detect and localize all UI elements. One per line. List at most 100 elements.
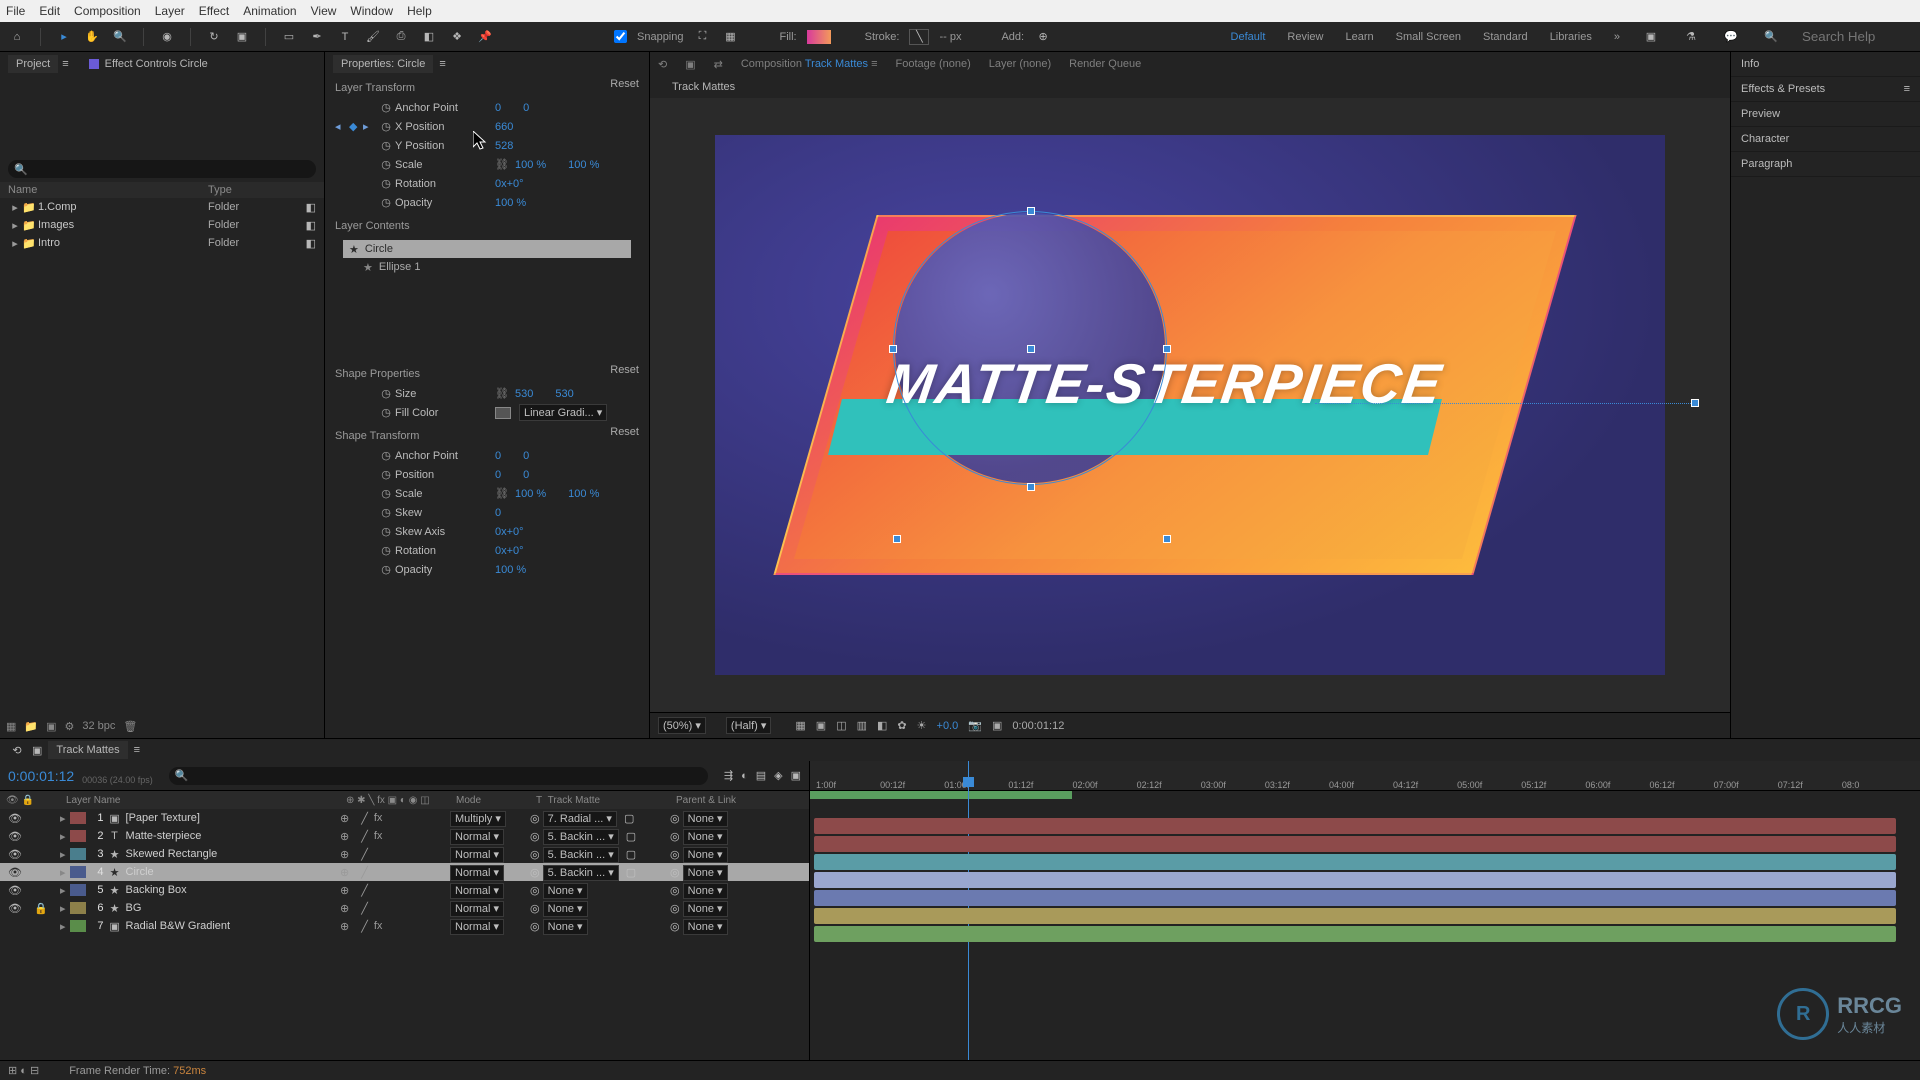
project-col-type[interactable]: Type (208, 184, 232, 196)
quality-switch-icon[interactable]: ╱ (361, 884, 368, 897)
tips-icon[interactable]: ⚗ (1682, 28, 1700, 46)
fill-type-dropdown[interactable]: Linear Gradi... ▾ (519, 404, 607, 421)
label-color-icon[interactable] (70, 884, 86, 896)
preview-panel[interactable]: Preview (1731, 102, 1920, 127)
twirl-icon[interactable]: ▸ (8, 219, 22, 232)
twirl-icon[interactable]: ▸ (60, 902, 66, 915)
track-matte-dropdown[interactable]: 5. Backin ... ▾ (543, 829, 619, 845)
stopwatch-icon[interactable]: ◷ (377, 177, 395, 190)
property-value-2[interactable]: 530 (555, 388, 573, 400)
prev-key-icon[interactable]: ◂ (335, 120, 349, 133)
exposure-value[interactable]: +0.0 (937, 720, 959, 732)
layer-bar[interactable] (814, 890, 1896, 906)
property-value-2[interactable]: 0 (523, 450, 529, 462)
timeline-layer-row[interactable]: 👁 ▸ 3 ★ Skewed Rectangle ⊕ ╱ Normal ▾ ◎ … (0, 845, 809, 863)
property-value[interactable]: 528 (495, 140, 513, 152)
stroke-width[interactable]: -- px (939, 31, 961, 43)
stopwatch-icon[interactable]: ◷ (377, 506, 395, 519)
timeline-layer-row[interactable]: 👁 ▸ 5 ★ Backing Box ⊕ ╱ Normal ▾ ◎ None … (0, 881, 809, 899)
timeline-layer-row[interactable]: 👁 🔒 ▸ 6 ★ BG ⊕ ╱ Normal ▾ ◎ None ▾ (0, 899, 809, 917)
rotation-tool-icon[interactable]: ↻ (205, 28, 223, 46)
comp-sub-tab[interactable]: Track Mattes (672, 81, 735, 93)
effect-controls-tab[interactable]: Effect Controls Circle (105, 58, 208, 70)
snapshot-icon[interactable]: 📷 (968, 719, 982, 732)
parent-pickwhip-icon[interactable]: ◎ (670, 921, 680, 933)
exposure-adjust-icon[interactable]: ☀ (917, 719, 927, 732)
col-mode[interactable]: Mode (450, 795, 530, 806)
blend-mode-dropdown[interactable]: Normal ▾ (450, 847, 504, 863)
timeline-search[interactable]: 🔍 (169, 767, 708, 785)
rectangle-tool-icon[interactable]: ▭ (280, 28, 298, 46)
timeline-draft3d-icon[interactable]: ◈ (774, 769, 782, 782)
render-queue-tab[interactable]: Render Queue (1069, 58, 1141, 70)
track-matte-dropdown[interactable]: 7. Radial ... ▾ (543, 811, 617, 827)
project-item[interactable]: ▸ 📁 Intro Folder ◧ (0, 234, 324, 252)
stopwatch-icon[interactable]: ◷ (377, 120, 395, 133)
fx-switch-icon[interactable]: fx (374, 830, 383, 843)
label-color-icon[interactable]: ◧ (306, 219, 316, 232)
timeline-shy-icon[interactable]: ⇶ (724, 769, 733, 782)
text-tool-icon[interactable]: T (336, 28, 354, 46)
menu-view[interactable]: View (311, 4, 337, 18)
property-value[interactable]: 0 (495, 102, 501, 114)
label-color-icon[interactable] (70, 848, 86, 860)
snapping-checkbox[interactable] (614, 30, 627, 43)
project-tab[interactable]: Project (8, 55, 58, 73)
comp-name[interactable]: Track Mattes (805, 58, 868, 70)
pen-tool-icon[interactable]: ✒ (308, 28, 326, 46)
constrain-link-icon[interactable]: ⛓ (495, 487, 509, 500)
property-value[interactable]: 530 (515, 388, 533, 400)
blend-mode-dropdown[interactable]: Normal ▾ (450, 829, 504, 845)
layer-name[interactable]: [Paper Texture] (126, 812, 200, 824)
mask-visibility-icon[interactable]: ▣ (816, 719, 826, 732)
blend-mode-dropdown[interactable]: Multiply ▾ (450, 811, 506, 827)
selection-tool-icon[interactable]: ▸ (55, 28, 73, 46)
fill-color-swatch[interactable] (495, 407, 511, 419)
layer-contents-circle[interactable]: ★Circle (343, 240, 631, 258)
property-value-2[interactable]: 0 (523, 469, 529, 481)
bpc-label[interactable]: 32 bpc (82, 720, 115, 732)
home-icon[interactable]: ⌂ (8, 28, 26, 46)
stopwatch-icon[interactable]: ◷ (377, 487, 395, 500)
property-value[interactable]: 660 (495, 121, 513, 133)
property-value[interactable]: 0x+0° (495, 178, 524, 190)
timeline-expand-icon[interactable]: ▣ (791, 769, 801, 782)
layer-bar[interactable] (814, 818, 1896, 834)
col-layer-name[interactable]: Layer Name (60, 795, 340, 806)
menu-file[interactable]: File (6, 4, 25, 18)
chat-icon[interactable]: 💬 (1722, 28, 1740, 46)
shy-switch-icon[interactable]: ⊕ (340, 902, 349, 915)
twirl-icon[interactable]: ▸ (8, 237, 22, 250)
transparency-grid-icon[interactable]: ▦ (795, 719, 805, 732)
twirl-icon[interactable]: ▸ (60, 812, 66, 825)
matte-invert-icon[interactable]: ▢ (626, 867, 636, 879)
timeline-sync-icon[interactable]: ⟲ (8, 741, 26, 759)
stopwatch-icon[interactable]: ◷ (377, 468, 395, 481)
stopwatch-icon[interactable]: ◷ (377, 544, 395, 557)
timeline-blur-icon[interactable]: ◐ (741, 770, 748, 782)
stopwatch-icon[interactable]: ◷ (377, 406, 395, 419)
channel-icon[interactable]: ◧ (877, 719, 887, 732)
track-matte-pick-icon[interactable]: ◎ (530, 921, 540, 933)
label-color-icon[interactable]: ◧ (306, 201, 316, 214)
quality-switch-icon[interactable]: ╱ (361, 866, 368, 879)
parent-pickwhip-icon[interactable]: ◎ (670, 903, 680, 915)
blend-mode-dropdown[interactable]: Normal ▾ (450, 883, 504, 899)
shy-switch-icon[interactable]: ⊕ (340, 812, 349, 825)
paragraph-panel[interactable]: Paragraph (1731, 152, 1920, 177)
label-color-icon[interactable]: ◧ (306, 237, 316, 250)
properties-menu-icon[interactable]: ≡ (439, 58, 445, 70)
clone-tool-icon[interactable]: ⎙ (392, 28, 410, 46)
track-matte-dropdown[interactable]: 5. Backin ... ▾ (543, 865, 619, 881)
property-value-2[interactable]: 100 % (568, 159, 599, 171)
menu-edit[interactable]: Edit (39, 4, 60, 18)
region-of-interest-icon[interactable]: ◫ (836, 719, 846, 732)
constrain-link-icon[interactable]: ⛓ (495, 158, 509, 171)
zoom-tool-icon[interactable]: 🔍 (111, 28, 129, 46)
viewer-lock-icon[interactable]: ⟲ (658, 58, 667, 71)
parent-dropdown[interactable]: None ▾ (683, 919, 728, 935)
workspace-review[interactable]: Review (1287, 31, 1323, 43)
parent-dropdown[interactable]: None ▾ (683, 865, 728, 881)
stopwatch-icon[interactable]: ◷ (377, 196, 395, 209)
stopwatch-icon[interactable]: ◷ (377, 101, 395, 114)
